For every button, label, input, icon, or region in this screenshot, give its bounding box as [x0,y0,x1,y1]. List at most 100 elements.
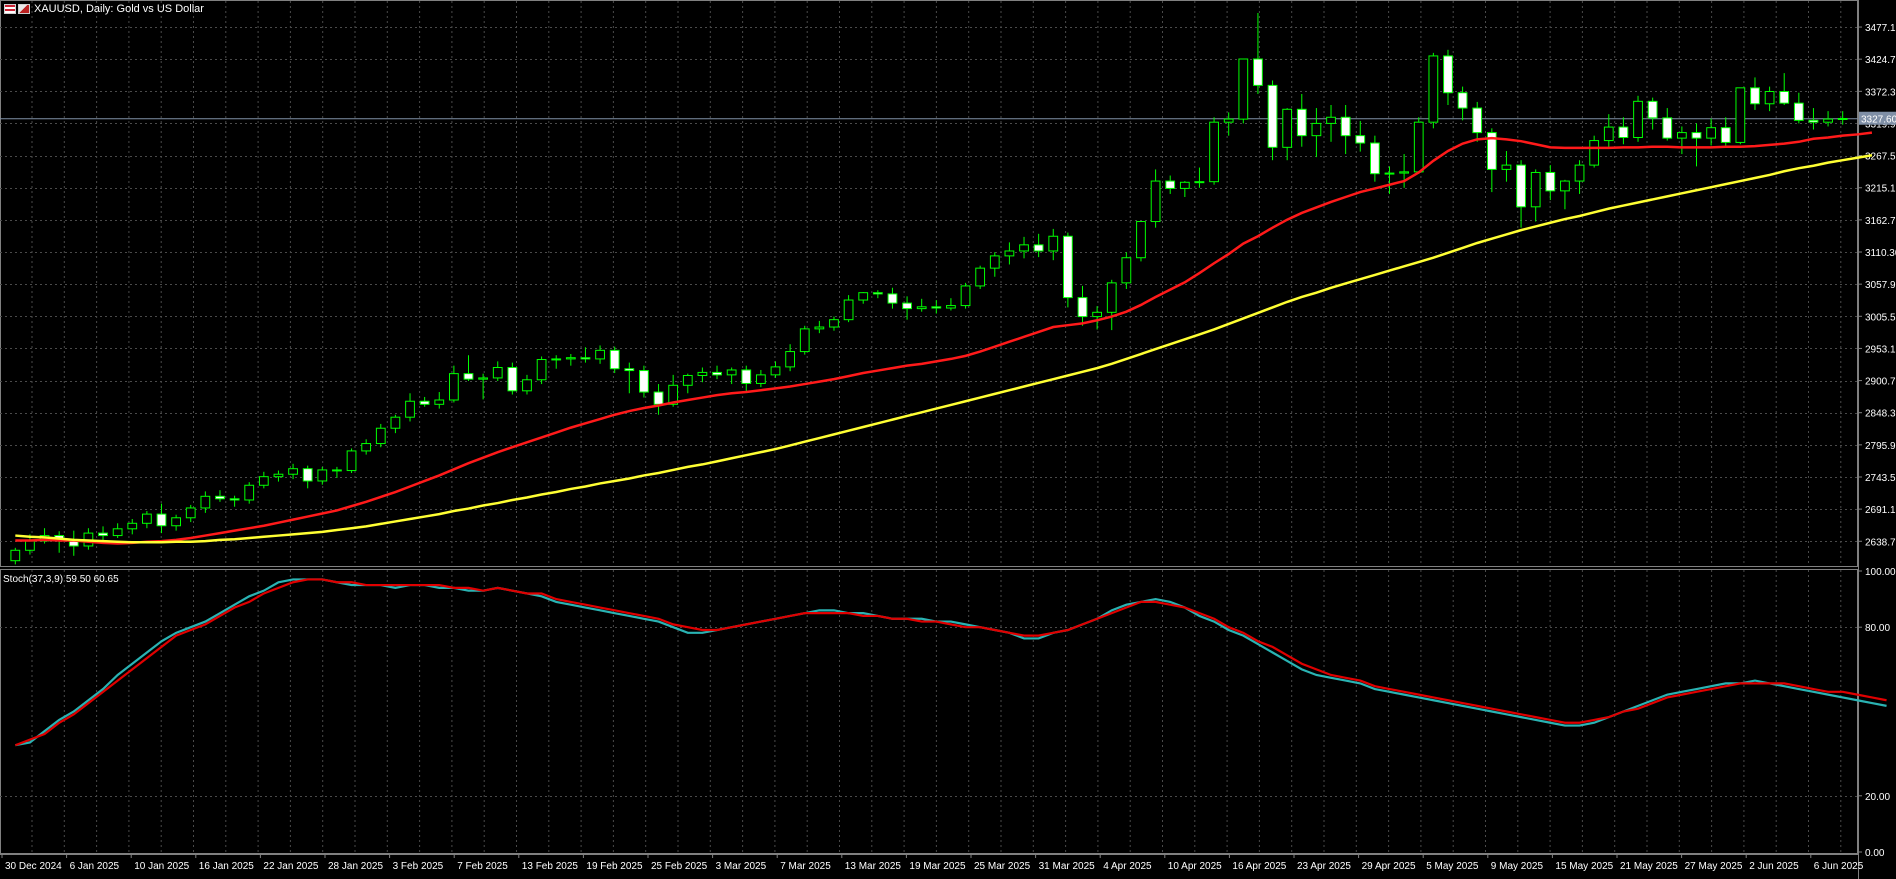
candle-body-bull [258,476,269,486]
date-axis: 30 Dec 2024 6 Jan 2025 10 Jan 2025 16 Jan 2… [0,854,1864,872]
candle-body-bull [127,522,138,530]
date-tick-label: 30 Dec 2024 [5,861,62,872]
candle-body-bear [609,349,620,370]
chart-window[interactable]: XAUUSD, Daily: Gold vs US Dollar 3477.10… [0,0,1896,879]
candle-body-bear [1062,235,1073,299]
candle [375,423,386,448]
candle-body-bear [1340,116,1351,137]
candle [1750,77,1760,110]
candle-body-bear [507,367,518,392]
candle [141,511,152,529]
candle [1311,108,1322,158]
candle [960,282,971,309]
candle-body-bull [1530,171,1541,208]
candle [1560,179,1570,210]
chart-canvas[interactable]: 3477.103424.703372.303319.903267.503215.… [0,0,1896,879]
candle [697,367,708,383]
candle-body-bull [960,285,971,307]
candle-body-bull [185,507,196,519]
candle [1823,111,1833,127]
candle [1384,166,1395,194]
candle [346,448,357,473]
candle-body-bull [946,305,956,309]
candle [1340,105,1351,155]
candle-body-bull [1501,164,1512,170]
candle-body-bull [682,374,693,386]
candle-body-bull [1194,181,1205,184]
candle [68,530,79,556]
candle [814,320,825,334]
gold-icon [18,4,30,14]
candle-body-bear [1793,102,1804,121]
date-tick-label: 31 Mar 2025 [1039,861,1096,872]
candle-body-bear [1516,164,1526,208]
candle-body-bull [1574,164,1585,182]
candle [39,528,50,544]
candle [1589,135,1600,168]
price-axis: 3477.103424.703372.303319.903267.503215.… [1858,0,1896,879]
candle-body-bull [1282,108,1293,148]
candle-body-bull [390,416,401,429]
candle-body-bull [1603,126,1614,142]
candle-body-bull [1150,180,1161,223]
candle [361,439,372,455]
candle [858,292,869,304]
candle [1179,181,1190,197]
candle-body-bull [112,528,123,537]
date-tick-label: 21 May 2025 [1620,861,1678,872]
date-tick-label: 16 Jan 2025 [199,861,254,872]
date-tick-label: 5 May 2025 [1426,861,1479,872]
candle-body-bull [1428,55,1439,123]
ma-red-line [15,131,1873,545]
candle [1793,92,1804,124]
oscillator-tick-label: 100.00 [1865,567,1896,578]
date-tick-label: 7 Mar 2025 [780,861,831,872]
candles [10,13,1848,565]
date-tick-label: 2 Jun 2025 [1749,861,1799,872]
candle-body-bear [1750,87,1760,105]
candle-body-bull [171,517,182,527]
candle-body-bull [1589,140,1600,166]
candle-body-bear [741,369,752,384]
candle [741,365,752,393]
candle [1676,126,1687,155]
candle [463,355,474,381]
candle [492,361,503,381]
candle-body-bull [785,351,796,368]
date-tick-label: 25 Mar 2025 [974,861,1031,872]
candle-body-bear [1779,91,1790,104]
candle [551,355,562,369]
candle [1501,151,1512,182]
candle-body-bear [580,357,591,360]
price-tick-label: 2900.70 [1865,377,1896,388]
candle-body-bear [1647,100,1658,119]
candle-body-bull [361,443,372,452]
candle [1253,13,1263,94]
candle [1048,228,1059,261]
candle [215,490,225,502]
price-tick-label: 3110.30 [1865,248,1896,259]
candle [989,252,1000,277]
candle [1136,221,1146,262]
candle-body-bull [595,349,605,360]
candle-body-bear [1808,119,1819,123]
candle [1413,117,1424,174]
candle-body-bear [639,370,649,393]
candle [317,466,328,485]
price-tick-label: 3372.30 [1865,87,1896,98]
candle-body-bull [1209,121,1219,183]
candle-body-bull [1004,250,1015,257]
candle [1077,285,1088,326]
date-tick-label: 19 Feb 2025 [586,861,643,872]
candle-body-bull [1837,117,1848,120]
candle-body-bear [1545,171,1556,192]
candle-body-bear [1618,126,1629,139]
oscillator-tick-label: 80.00 [1865,623,1890,634]
candle-body-bull [770,366,781,376]
oscillator-pane-frame [0,569,1858,854]
candle-body-bull [1676,132,1687,139]
candle [1150,169,1161,228]
candle-body-bear [1472,107,1483,134]
candle [1033,233,1044,258]
candle-body-bull [799,328,810,353]
